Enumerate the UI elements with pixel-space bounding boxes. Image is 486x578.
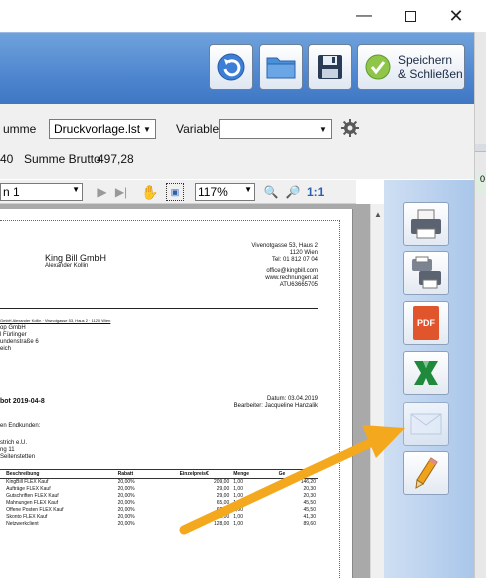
annotation-arrow bbox=[179, 425, 405, 535]
